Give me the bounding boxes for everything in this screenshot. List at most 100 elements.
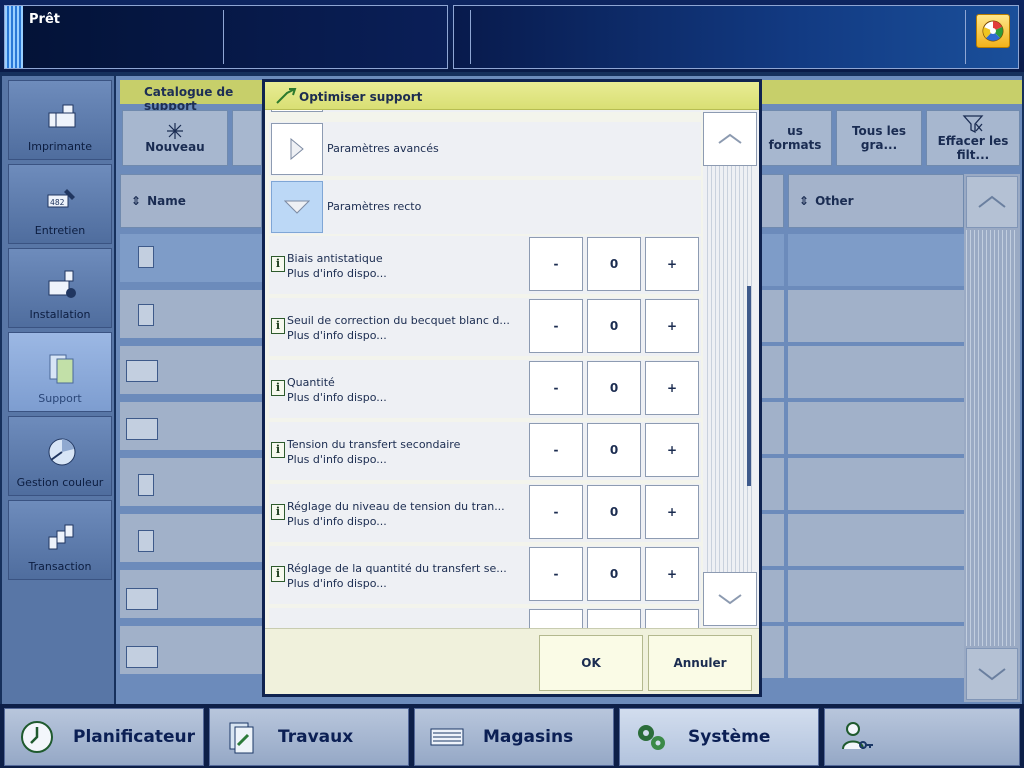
printer-icon — [48, 104, 76, 128]
nav-transaction[interactable]: Transaction — [8, 500, 112, 580]
tab-label: Système — [688, 727, 771, 747]
nav-label: Entretien — [34, 224, 86, 237]
decrement-button[interactable]: - — [529, 299, 583, 353]
catalog-scroll-up-button[interactable] — [966, 176, 1018, 228]
divider — [470, 10, 471, 64]
value-field[interactable]: 0 — [587, 547, 641, 601]
table-row[interactable] — [120, 402, 262, 454]
chevron-up-icon — [978, 195, 1006, 208]
divider — [223, 10, 224, 64]
decrement-button[interactable]: - — [529, 485, 583, 539]
all-formats-button[interactable]: us formats — [758, 110, 832, 166]
dialog-scrollbar[interactable] — [703, 110, 759, 628]
tab-system[interactable]: Système — [619, 708, 819, 766]
nav-installation[interactable]: Installation — [8, 248, 112, 328]
clear-filter-icon — [962, 115, 984, 134]
sort-icon: ⇕ — [131, 194, 142, 208]
table-row[interactable] — [120, 458, 262, 510]
tab-jobs[interactable]: Travaux — [209, 708, 409, 766]
decrement-button[interactable] — [529, 609, 583, 628]
param-row-quantity: i Quantité Plus d'info dispo... - 0 + — [269, 360, 701, 418]
info-icon[interactable]: i — [271, 318, 285, 334]
info-icon[interactable]: i — [271, 504, 285, 520]
new-media-button[interactable]: Nouveau — [122, 110, 228, 166]
nav-printer[interactable]: Imprimante — [8, 80, 112, 160]
media-thumbnail — [138, 246, 154, 268]
sparkle-icon — [167, 123, 183, 139]
section-toggle-button[interactable] — [271, 110, 323, 112]
value-field[interactable]: 0 — [587, 299, 641, 353]
decrement-button[interactable]: - — [529, 423, 583, 477]
front-section-toggle[interactable] — [271, 181, 323, 233]
increment-button[interactable]: + — [645, 485, 699, 539]
table-row[interactable] — [120, 290, 262, 342]
clear-filters-button[interactable]: Effacer les filt... — [926, 110, 1020, 166]
color-management-icon — [48, 438, 76, 466]
tab-user-access[interactable] — [824, 708, 1020, 766]
tab-trays[interactable]: Magasins — [414, 708, 614, 766]
tab-scheduler[interactable]: Planificateur — [4, 708, 204, 766]
nav-label: Imprimante — [27, 140, 93, 153]
media-thumbnail — [126, 418, 158, 440]
advanced-section-toggle[interactable] — [271, 123, 323, 175]
value-field[interactable]: 0 — [587, 237, 641, 291]
value-field[interactable]: 0 — [587, 485, 641, 539]
scroll-down-button[interactable] — [703, 572, 757, 626]
status-panel: Prêt — [4, 5, 448, 69]
table-row[interactable] — [120, 514, 262, 566]
nav-media[interactable]: Support — [8, 332, 112, 412]
column-header-other[interactable]: ⇕ Other — [788, 174, 964, 228]
nav-maintenance[interactable]: 482 Entretien — [8, 164, 112, 244]
decrement-button[interactable]: - — [529, 547, 583, 601]
param-row-antistatic-bias: i Biais antistatique Plus d'info dispo..… — [269, 236, 701, 294]
value-field[interactable] — [587, 609, 641, 628]
tab-label: Magasins — [483, 727, 574, 747]
bottom-navigation: Planificateur Travaux Magasins Système — [0, 704, 1024, 768]
table-row[interactable] — [120, 346, 262, 398]
increment-button[interactable]: + — [645, 361, 699, 415]
section-front: Paramètres recto — [269, 180, 701, 234]
catalog-scroll-down-button[interactable] — [966, 648, 1018, 700]
increment-button[interactable]: + — [645, 299, 699, 353]
status-text: Prêt — [29, 12, 60, 27]
toolbar-button[interactable] — [232, 110, 262, 166]
decrement-button[interactable]: - — [529, 361, 583, 415]
tab-label: Travaux — [278, 727, 354, 747]
param-row-transfer-quantity: i Réglage de la quantité du transfert se… — [269, 546, 701, 604]
increment-button[interactable] — [645, 609, 699, 628]
info-icon[interactable]: i — [271, 566, 285, 582]
color-wheel-button[interactable] — [976, 14, 1010, 48]
catalog-title-bar: Catalogue de support — [120, 80, 270, 113]
column-header-name[interactable]: ⇕ Name — [120, 174, 262, 228]
scroll-up-button[interactable] — [703, 112, 757, 166]
decrement-button[interactable]: - — [529, 237, 583, 291]
dialog-title-bar: Optimiser support — [265, 82, 759, 110]
param-row-secondary-transfer-voltage: i Tension du transfert secondaire Plus d… — [269, 422, 701, 480]
info-icon[interactable]: i — [271, 380, 285, 396]
param-row-voltage-level: i Réglage du niveau de tension du tran..… — [269, 484, 701, 542]
clock-icon — [21, 721, 53, 753]
info-icon[interactable]: i — [271, 442, 285, 458]
table-row[interactable] — [120, 234, 262, 286]
value-field[interactable]: 0 — [587, 361, 641, 415]
increment-button[interactable]: + — [645, 547, 699, 601]
section-advanced: Paramètres avancés — [269, 122, 701, 176]
value-field[interactable]: 0 — [587, 423, 641, 477]
all-weights-button[interactable]: Tous les gra... — [836, 110, 922, 166]
info-icon[interactable]: i — [271, 256, 285, 272]
user-key-icon — [842, 722, 873, 750]
list-item — [269, 608, 701, 628]
dialog-footer: OK Annuler — [265, 628, 759, 694]
nav-color-management[interactable]: Gestion couleur — [8, 416, 112, 496]
chevron-up-icon — [718, 133, 742, 144]
ok-button[interactable]: OK — [539, 635, 643, 691]
gears-icon — [638, 725, 665, 750]
cancel-button[interactable]: Annuler — [648, 635, 752, 691]
increment-button[interactable]: + — [645, 237, 699, 291]
table-row[interactable] — [120, 570, 262, 622]
scroll-thumb[interactable] — [747, 286, 751, 486]
increment-button[interactable]: + — [645, 423, 699, 477]
divider — [965, 10, 966, 64]
table-row[interactable] — [120, 626, 262, 678]
scroll-track — [966, 230, 1018, 646]
